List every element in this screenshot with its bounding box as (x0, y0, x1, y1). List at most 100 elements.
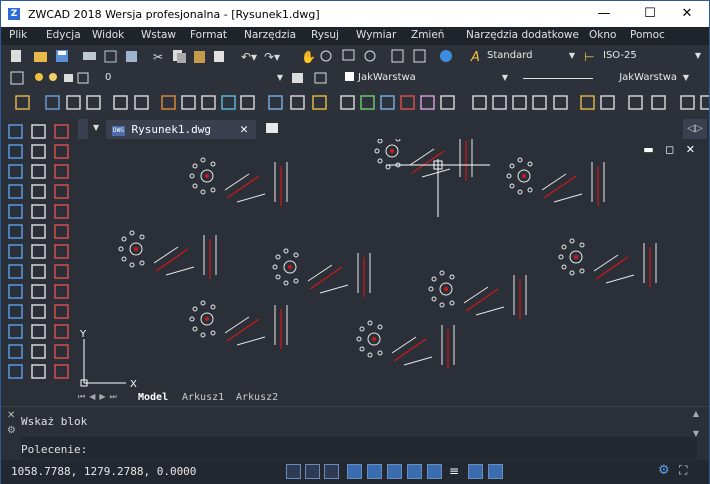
layer-states-icon[interactable] (15, 95, 30, 110)
array-icon[interactable] (31, 204, 46, 219)
block-icon[interactable] (86, 95, 101, 110)
dimension-icon[interactable] (54, 304, 69, 319)
ellipse-icon[interactable] (8, 284, 23, 299)
match-properties-icon[interactable] (214, 51, 224, 62)
arc-icon[interactable] (8, 164, 23, 179)
view-icon[interactable] (680, 95, 695, 110)
menu-zmien[interactable]: Zmień (411, 29, 444, 41)
align-icon[interactable] (66, 95, 81, 110)
xline-icon[interactable] (54, 124, 69, 139)
offset-icon[interactable] (54, 164, 69, 179)
menu-okno[interactable]: Okno (589, 29, 616, 41)
spline-icon[interactable] (8, 224, 23, 239)
menu-widok[interactable]: Widok (92, 29, 124, 41)
otrack-toggle[interactable] (387, 464, 402, 479)
osnap-toggle[interactable] (367, 464, 382, 479)
tab-model[interactable]: Model (138, 392, 168, 403)
polar-toggle[interactable] (347, 464, 362, 479)
polyline-icon[interactable] (8, 144, 23, 159)
snap-center-icon[interactable] (201, 95, 216, 110)
zoom-window-icon[interactable] (342, 49, 355, 61)
lengthen-icon[interactable] (31, 304, 46, 319)
layer-combo[interactable]: 0 ▼ (105, 70, 285, 86)
rotate-icon[interactable] (31, 244, 46, 259)
pan-icon[interactable]: ✋ (301, 50, 316, 64)
fullscreen-icon[interactable]: ⛶ (679, 463, 687, 478)
lineweight-toggle[interactable]: ≡ (449, 464, 464, 479)
layout-nav-arrows[interactable]: ⏮◀▶⏭ (78, 392, 121, 402)
mtext-icon[interactable] (31, 364, 46, 379)
linetype-combo[interactable]: JakWarstwa ▼ (521, 70, 691, 86)
tab-rysunek1[interactable]: DWG Rysunek1.dwg ✕ (106, 120, 256, 139)
grid-table-icon[interactable] (268, 95, 283, 110)
dyn-input-toggle[interactable] (427, 464, 442, 479)
ellipse-arc-icon[interactable] (8, 304, 23, 319)
zoom-previous-icon[interactable] (364, 50, 376, 62)
command-input[interactable] (21, 437, 697, 459)
erase-icon[interactable] (31, 124, 46, 139)
offset-object-icon[interactable] (31, 184, 46, 199)
grid-toggle[interactable] (305, 464, 320, 479)
spline-tool-icon[interactable] (532, 95, 547, 110)
viewport-controls[interactable]: ▬ ◻ ✕ (643, 143, 699, 156)
snap-tangent-icon[interactable] (221, 95, 236, 110)
workspace-gear-icon[interactable]: ⚙ (658, 463, 670, 478)
text-style-combo[interactable]: Standard ▼ (487, 48, 577, 64)
publish-icon[interactable] (126, 51, 137, 62)
zoom-realtime-icon[interactable] (320, 50, 332, 62)
tab-arkusz2[interactable]: Arkusz2 (236, 392, 278, 403)
cut-icon[interactable]: ✂ (153, 50, 163, 64)
new-tab-icon[interactable] (266, 123, 278, 133)
revcloud-icon[interactable] (8, 264, 23, 279)
quick-select-icon[interactable] (400, 95, 415, 110)
table-icon[interactable] (31, 344, 46, 359)
menu-narzedzia[interactable]: Narzędzia (244, 29, 296, 41)
drawing-area[interactable]: Y X ▬ ◻ ✕ (76, 139, 709, 391)
color-fill-icon[interactable] (161, 95, 176, 110)
save-icon[interactable] (56, 50, 68, 62)
layer-previous-icon[interactable] (292, 73, 303, 83)
rectangle-icon[interactable] (8, 204, 23, 219)
trim-icon[interactable] (54, 204, 69, 219)
color-combo[interactable]: JakWarstwa ▼ (345, 70, 510, 86)
xref-icon[interactable] (45, 95, 60, 110)
menu-format[interactable]: Format (190, 29, 227, 41)
insert-icon[interactable] (8, 324, 23, 339)
tab-scroll-arrows[interactable]: ◁▷ (683, 119, 707, 139)
line-icon[interactable] (8, 124, 23, 139)
chamfer-icon[interactable] (54, 144, 69, 159)
dyn-ucs-toggle[interactable] (407, 464, 422, 479)
fillet-icon[interactable] (54, 284, 69, 299)
boundary-icon[interactable] (8, 364, 23, 379)
menu-pomoc[interactable]: Pomoc (630, 29, 665, 41)
menu-wymiar[interactable]: Wymiar (356, 29, 396, 41)
area-icon[interactable] (360, 95, 375, 110)
minimize-button[interactable]: — (581, 1, 627, 27)
view2-icon[interactable] (700, 95, 709, 110)
quick-props-toggle[interactable] (488, 464, 503, 479)
plot-preview-icon[interactable] (104, 50, 117, 63)
tp-toggle[interactable] (468, 464, 483, 479)
tab-close-icon[interactable]: ✕ (240, 120, 248, 139)
mirror-icon[interactable] (31, 164, 46, 179)
wipeout-icon[interactable] (54, 364, 69, 379)
isolate-icon[interactable] (420, 95, 435, 110)
scale-icon[interactable] (31, 264, 46, 279)
dim-style-combo[interactable]: ISO-25 ▼ (603, 48, 703, 64)
ortho-toggle[interactable] (324, 464, 339, 479)
snap-toggle[interactable] (286, 464, 301, 479)
scroll-up-icon[interactable]: ▲ (693, 409, 699, 418)
distance-icon[interactable] (340, 95, 355, 110)
hide-icon[interactable] (440, 95, 455, 110)
move-icon[interactable] (31, 224, 46, 239)
abc-text-icon[interactable] (290, 95, 305, 110)
point-icon[interactable] (8, 344, 23, 359)
help-icon[interactable] (440, 50, 452, 62)
inch-icon[interactable] (628, 95, 643, 110)
properties-icon[interactable] (391, 49, 404, 63)
design-center-icon[interactable] (413, 49, 426, 63)
refresh-icon[interactable] (181, 95, 196, 110)
close-button[interactable]: ✕ (664, 1, 710, 27)
open-folder-icon[interactable] (34, 52, 47, 62)
menu-plik[interactable]: Plik (9, 29, 27, 41)
